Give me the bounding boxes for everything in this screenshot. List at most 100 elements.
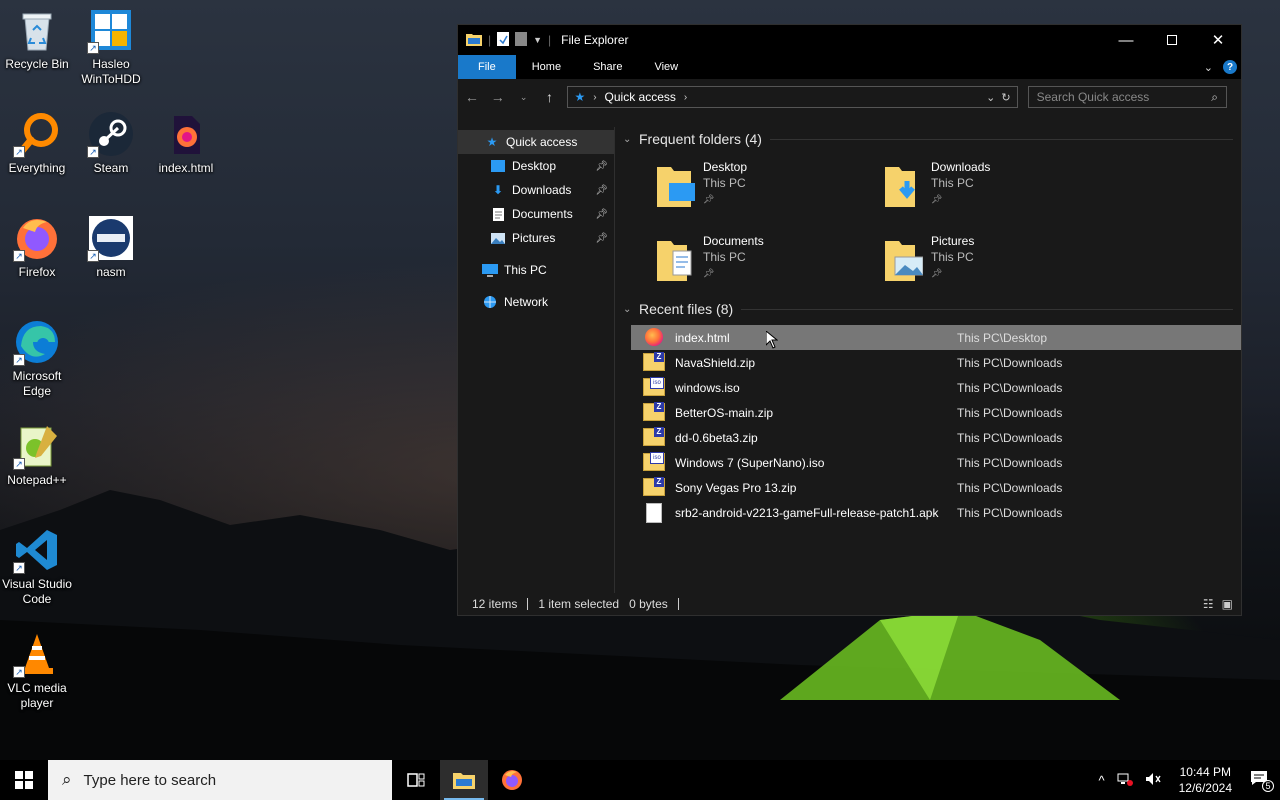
- folder-name: Downloads: [931, 160, 991, 174]
- frequent-folder-desktop[interactable]: Desktop This PC 📌︎: [657, 159, 885, 213]
- refresh-icon[interactable]: ↻: [1001, 91, 1010, 104]
- recent-file-row[interactable]: dd-0.6beta3.zip This PC\Downloads: [623, 425, 1241, 450]
- recent-file-row[interactable]: NavaShield.zip This PC\Downloads: [623, 350, 1241, 375]
- frequent-folder-pictures[interactable]: Pictures This PC 📌︎: [885, 233, 1113, 287]
- nav-item-desktop[interactable]: Desktop 📌︎: [458, 154, 614, 178]
- shortcut-arrow-icon: ↗: [13, 354, 25, 366]
- folder-icon: [466, 32, 482, 49]
- desktop-icon-nasm[interactable]: ↗ nasm: [74, 214, 148, 280]
- breadcrumb-quick-access[interactable]: Quick access: [605, 90, 676, 104]
- nav-item-label: Pictures: [512, 231, 556, 245]
- vlc-cone-icon: ↗: [13, 630, 61, 678]
- recent-file-row[interactable]: Windows 7 (SuperNano).iso This PC\Downlo…: [623, 450, 1241, 475]
- volume-muted-icon[interactable]: [1145, 772, 1161, 789]
- breadcrumb-chevron-icon[interactable]: ›: [593, 92, 596, 103]
- minimize-button[interactable]: —: [1103, 25, 1149, 55]
- desktop-icon-steam[interactable]: ↗ Steam: [74, 110, 148, 176]
- breadcrumb-chevron-icon[interactable]: ›: [684, 92, 687, 103]
- desktop-icon-edge[interactable]: ↗ Microsoft Edge: [0, 318, 74, 399]
- divider: [769, 138, 1233, 140]
- taskbar-firefox[interactable]: [488, 760, 536, 800]
- network-status-icon[interactable]: [1117, 772, 1133, 789]
- frequent-folder-downloads[interactable]: Downloads This PC 📌︎: [885, 159, 1113, 213]
- shortcut-arrow-icon: ↗: [13, 250, 25, 262]
- forward-arrow-icon[interactable]: →: [490, 89, 506, 105]
- collapse-chevron-icon[interactable]: ⌄: [623, 134, 637, 145]
- desktop-icon-vscode[interactable]: ↗ Visual Studio Code: [0, 526, 74, 607]
- file-explorer-icon: [453, 773, 475, 789]
- file-name: windows.iso: [675, 380, 740, 395]
- taskbar-file-explorer[interactable]: [440, 760, 488, 800]
- maximize-button[interactable]: [1149, 25, 1195, 55]
- expand-ribbon-chevron-icon[interactable]: ⌄: [1204, 61, 1213, 74]
- help-icon[interactable]: ?: [1223, 60, 1237, 74]
- desktop-icon-hasleo[interactable]: ↗ Hasleo WinToHDD: [74, 6, 148, 87]
- file-explorer-window[interactable]: | ▼ | File Explorer — ✕ File Home Share …: [457, 24, 1242, 616]
- recent-file-row[interactable]: BetterOS-main.zip This PC\Downloads: [623, 400, 1241, 425]
- clock-date: 12/6/2024: [1178, 781, 1232, 795]
- desktop-icon-firefox[interactable]: ↗ Firefox: [0, 214, 74, 280]
- desktop-icon-label: index.html: [158, 161, 214, 175]
- file-location: This PC\Downloads: [957, 405, 1063, 420]
- desktop-icon-vlc[interactable]: ↗ VLC media player: [0, 630, 74, 711]
- back-arrow-icon[interactable]: ←: [464, 89, 480, 105]
- selection-size: 0 bytes: [629, 597, 668, 611]
- desktop-icon-notepadpp[interactable]: ↗ Notepad++: [0, 422, 74, 488]
- divider: [677, 598, 679, 610]
- file-name: Windows 7 (SuperNano).iso: [675, 455, 825, 470]
- recent-file-row[interactable]: index.html This PC\Desktop: [631, 325, 1241, 350]
- nav-item-quick-access[interactable]: ★ Quick access: [458, 130, 614, 154]
- nav-item-label: Quick access: [506, 135, 578, 149]
- collapse-chevron-icon[interactable]: ⌄: [623, 304, 637, 315]
- up-arrow-icon[interactable]: ↑: [542, 89, 558, 105]
- nav-item-this-pc[interactable]: This PC: [458, 258, 614, 282]
- pin-icon: 📌︎: [595, 232, 608, 244]
- address-dropdown-chevron-icon[interactable]: ⌄: [986, 91, 995, 104]
- nav-item-documents[interactable]: Documents 📌︎: [458, 202, 614, 226]
- everything-search-icon: ↗: [13, 110, 61, 158]
- recent-file-row[interactable]: windows.iso This PC\Downloads: [623, 375, 1241, 400]
- desktop-icon-recycle-bin[interactable]: Recycle Bin: [0, 6, 74, 72]
- nav-item-downloads[interactable]: ⬇ Downloads 📌︎: [458, 178, 614, 202]
- start-button[interactable]: [0, 760, 48, 800]
- pin-icon: 📌︎: [595, 160, 608, 172]
- recent-locations-chevron-icon[interactable]: ⌄: [516, 92, 532, 103]
- tab-share[interactable]: Share: [577, 55, 638, 79]
- desktop-icon-everything[interactable]: ↗ Everything: [0, 110, 74, 176]
- zip-folder-icon: [643, 476, 665, 498]
- task-view-button[interactable]: [392, 760, 440, 800]
- search-input[interactable]: Search Quick access ⌕: [1027, 86, 1227, 108]
- recent-file-row[interactable]: Sony Vegas Pro 13.zip This PC\Downloads: [623, 475, 1241, 500]
- customize-toolbar-chevron-icon[interactable]: ▼: [533, 35, 542, 45]
- recent-files-header[interactable]: ⌄ Recent files (8): [623, 297, 1241, 321]
- shortcut-arrow-icon: ↗: [87, 250, 99, 262]
- close-button[interactable]: ✕: [1195, 25, 1241, 55]
- address-field[interactable]: ★ › Quick access › ⌄ ↻: [567, 86, 1018, 108]
- system-clock[interactable]: 10:44 PM 12/6/2024: [1173, 764, 1238, 796]
- search-icon: ⌕: [1211, 89, 1218, 104]
- large-icons-view-icon[interactable]: ▣: [1222, 597, 1233, 611]
- taskbar-search-box[interactable]: ⌕ Type here to search: [48, 760, 392, 800]
- windows-logo-icon: [15, 771, 33, 789]
- desktop-icon-index-html[interactable]: index.html: [149, 110, 223, 176]
- frequent-folders-header[interactable]: ⌄ Frequent folders (4): [623, 127, 1241, 151]
- tab-home[interactable]: Home: [516, 55, 577, 79]
- edge-icon: ↗: [13, 318, 61, 366]
- frequent-folder-documents[interactable]: Documents This PC 📌︎: [657, 233, 885, 287]
- details-view-icon[interactable]: ☷: [1203, 597, 1214, 611]
- notifications-button[interactable]: 5: [1250, 770, 1274, 792]
- properties-icon[interactable]: [497, 31, 510, 49]
- recent-file-row[interactable]: srb2-android-v2213-gameFull-release-patc…: [623, 500, 1241, 525]
- pictures-folder-icon: [885, 237, 924, 281]
- tab-view[interactable]: View: [638, 55, 694, 79]
- nav-item-pictures[interactable]: Pictures 📌︎: [458, 226, 614, 250]
- tab-file[interactable]: File: [458, 55, 516, 79]
- show-hidden-icons-chevron-icon[interactable]: ^: [1099, 773, 1105, 788]
- title-bar[interactable]: | ▼ | File Explorer — ✕: [458, 25, 1241, 55]
- nav-item-network[interactable]: Network: [458, 290, 614, 314]
- pictures-icon: [490, 231, 506, 245]
- nav-item-label: Desktop: [512, 159, 557, 173]
- quick-access-toolbar: | ▼ |: [458, 31, 551, 49]
- new-folder-icon[interactable]: [515, 31, 528, 49]
- address-bar-row: ← → ⌄ ↑ ★ › Quick access › ⌄ ↻ Search Qu…: [458, 79, 1241, 115]
